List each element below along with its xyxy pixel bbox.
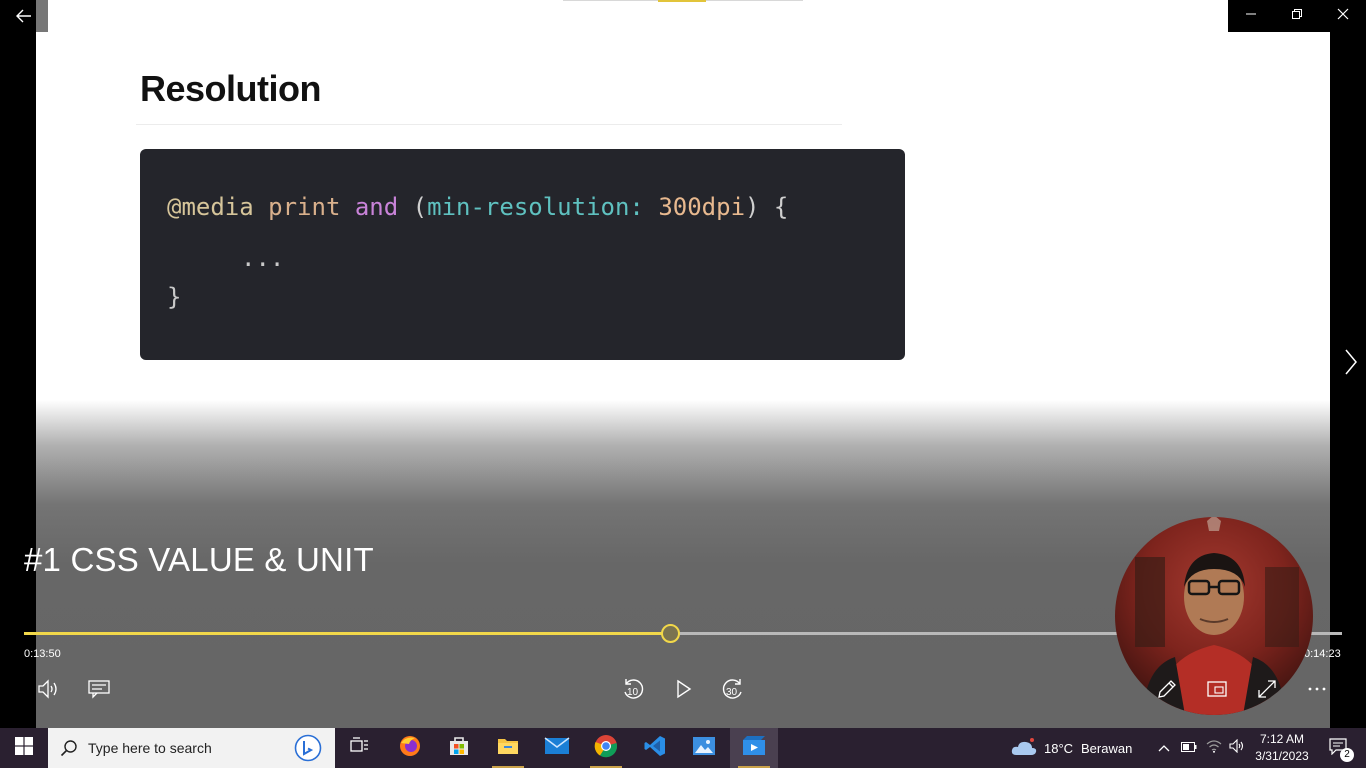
taskbar-microsoft-store[interactable] [435,728,483,768]
speaker-icon [1229,738,1245,758]
mini-view-button[interactable] [1202,674,1232,704]
video-title: #1 CSS VALUE & UNIT [24,541,374,578]
chevron-up-icon [1158,739,1170,757]
chevron-right-icon [1344,349,1358,380]
code-token-at-media: @media [167,193,254,221]
skip-back-button[interactable]: 10 [618,674,648,704]
code-token-open-paren: ( [412,193,428,221]
battery-button[interactable] [1177,728,1201,768]
play-button[interactable] [668,674,698,704]
bing-icon[interactable] [294,734,322,767]
play-icon [673,679,693,699]
minimize-icon [1245,7,1257,25]
network-button[interactable] [1202,728,1226,768]
cloud-icon [1010,737,1038,764]
time-total: 0:14:23 [1304,648,1341,660]
windows-icon [15,736,33,760]
search-placeholder: Type here to search [88,740,212,756]
volume-icon [36,678,62,700]
captions-button[interactable] [84,674,114,704]
skip-forward-button[interactable]: 30 [718,674,748,704]
notification-badge: 2 [1340,748,1354,762]
expand-icon [1256,678,1278,700]
taskbar-search-box[interactable]: Type here to search [48,728,335,768]
taskbar: Type here to search 18°C Berawan 7:12 AM… [0,728,1366,768]
taskbar-mail[interactable] [533,728,581,768]
more-icon [1306,678,1328,700]
skip-forward-label: 30 [726,687,738,698]
code-line-2: ... [241,244,285,272]
code-token-close: ) { [745,193,789,221]
back-button[interactable] [0,0,48,32]
clock-date: 3/31/2023 [1255,749,1309,763]
code-token-value: 300dpi [658,193,746,221]
code-block: @media print and (min-resolution: 300dpi… [140,149,905,360]
media-player-window: Resolution @media print and (min-resolut… [0,0,1366,728]
battery-icon [1181,739,1197,757]
photos-icon [692,735,716,762]
taskbar-task-view[interactable] [336,728,384,768]
arrow-left-icon [10,6,38,26]
task-view-icon [350,736,370,760]
slide-top-accent [658,0,706,2]
action-center-button[interactable]: 2 [1318,728,1358,768]
folder-icon [496,735,520,762]
volume-tray-button[interactable] [1225,728,1249,768]
restore-icon [1291,7,1303,25]
close-icon [1337,7,1349,25]
seek-progress [24,632,670,635]
close-button[interactable] [1320,0,1366,32]
mini-view-icon [1206,678,1228,700]
firefox-icon [398,734,422,763]
vs-code-icon [643,734,667,763]
more-options-button[interactable] [1302,674,1332,704]
code-token-and: and [354,193,399,221]
time-current: 0:13:50 [24,648,61,660]
taskbar-file-explorer[interactable] [484,728,532,768]
movies-tv-icon [742,735,766,762]
taskbar-chrome[interactable] [582,728,630,768]
window-controls [1228,0,1366,32]
code-token-print: print [268,193,341,221]
taskbar-clock[interactable]: 7:12 AM 3/31/2023 [1250,731,1314,767]
taskbar-firefox[interactable] [386,728,434,768]
edit-button[interactable] [1152,674,1182,704]
code-line-3: } [167,283,182,311]
clock-time: 7:12 AM [1259,732,1305,746]
taskbar-photos[interactable] [680,728,728,768]
restore-button[interactable] [1274,0,1320,32]
pencil-icon [1156,678,1178,700]
wifi-icon [1206,739,1222,758]
mail-icon [544,736,570,761]
fullscreen-button[interactable] [1252,674,1282,704]
seek-thumb[interactable] [661,624,680,643]
slide-divider [136,124,842,125]
show-hidden-icons-button[interactable] [1152,728,1176,768]
captions-icon [87,678,111,700]
taskbar-movies-tv[interactable] [730,728,778,768]
code-token-property: min-resolution: [427,193,644,221]
chrome-icon [594,734,618,763]
skip-back-label: 10 [627,687,639,698]
taskbar-vs-code[interactable] [631,728,679,768]
search-icon [60,739,78,762]
code-line-1: @media print and (min-resolution: 300dpi… [167,193,788,221]
start-button[interactable] [0,728,48,768]
minimize-button[interactable] [1228,0,1274,32]
volume-button[interactable] [34,674,64,704]
store-icon [447,734,471,763]
next-button[interactable] [1336,346,1366,382]
weather-description: Berawan [1081,741,1133,756]
slide-heading: Resolution [140,68,322,109]
weather-temperature: 18°C [1044,741,1074,756]
